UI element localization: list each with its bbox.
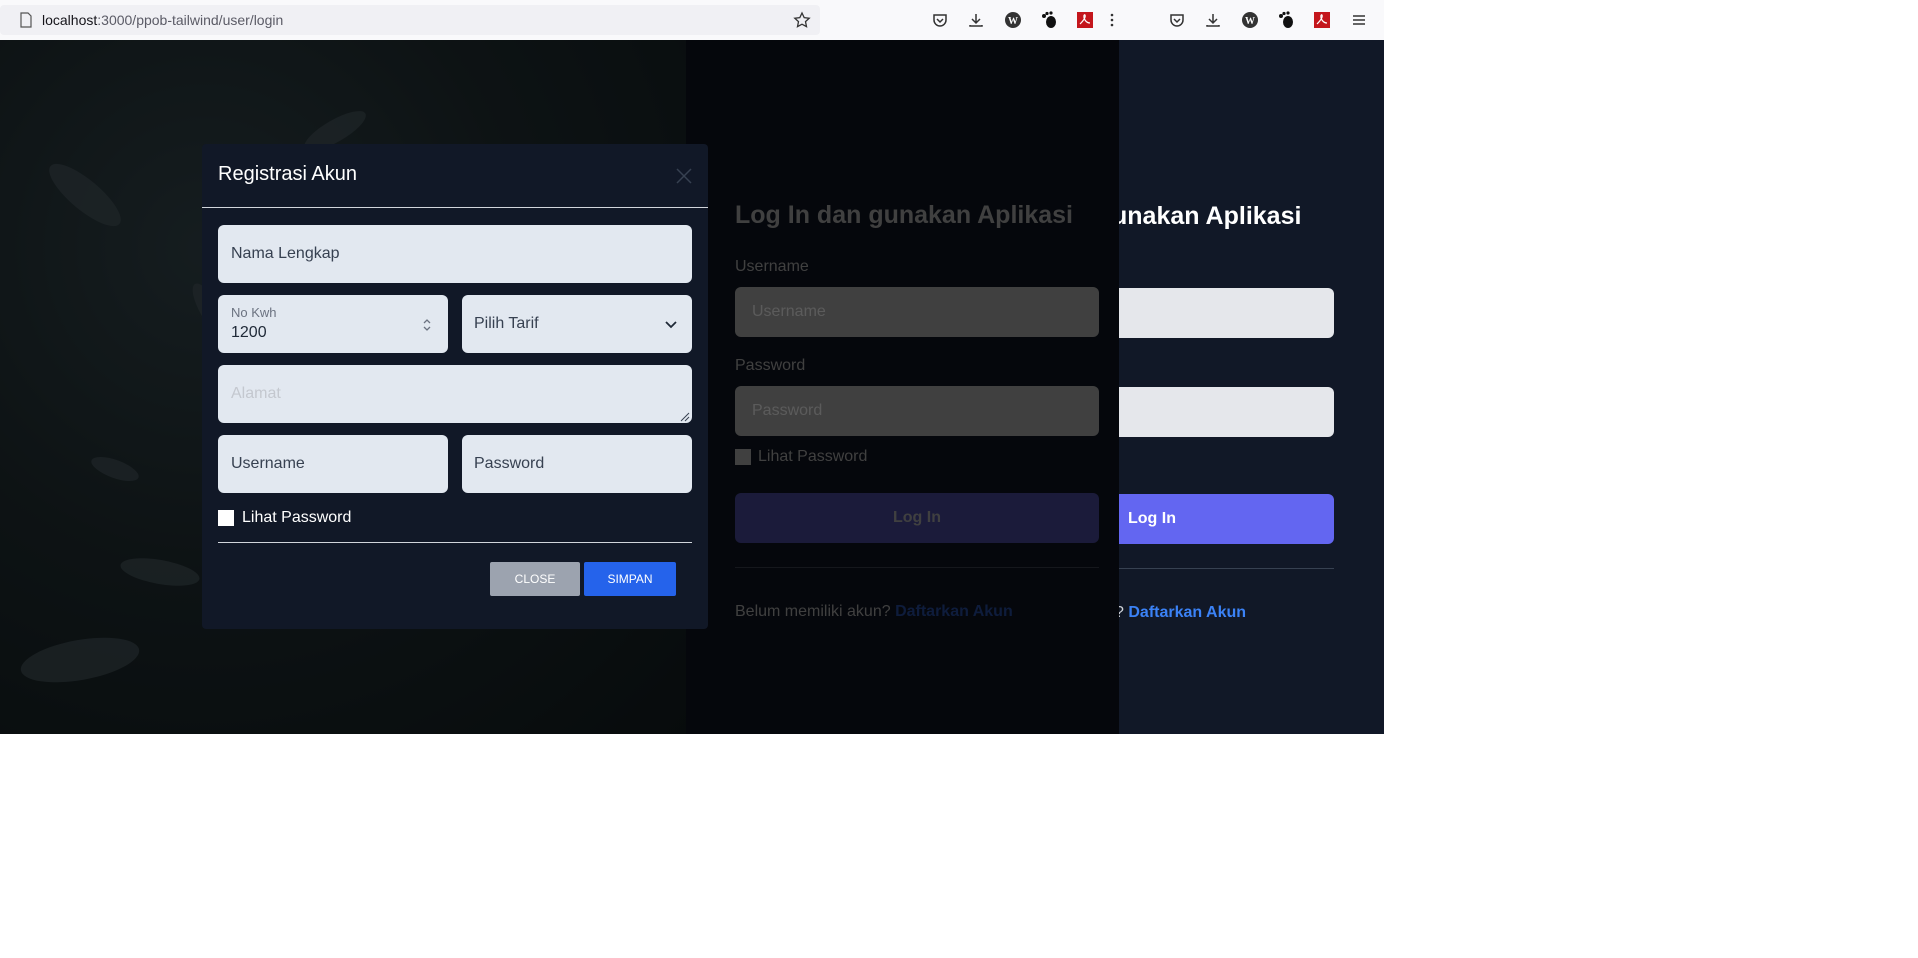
hamburger-menu-icon[interactable] (1349, 10, 1369, 30)
back-login-heading: unakan Aplikasi (1112, 202, 1302, 230)
svg-text:W: W (1245, 16, 1255, 27)
registration-modal: Registrasi Akun Nama Lengkap No Kwh 1200… (202, 144, 708, 629)
pdf-icon[interactable] (1075, 10, 1095, 30)
gnome-foot-icon[interactable] (1039, 10, 1059, 30)
kwh-label: No Kwh (231, 305, 277, 320)
resize-handle-icon[interactable] (678, 409, 690, 427)
url-text[interactable]: localhost:3000/ppob-tailwind/user/login (42, 12, 283, 28)
register-show-password-label: Lihat Password (242, 509, 352, 526)
star-icon[interactable] (792, 10, 812, 30)
close-icon[interactable] (672, 164, 696, 188)
url-host: localhost (42, 12, 98, 28)
back-register-prompt: ? Daftarkan Akun (1115, 604, 1246, 622)
full-name-placeholder: Nama Lengkap (231, 245, 340, 262)
close-button[interactable]: CLOSE (490, 562, 580, 596)
register-username-placeholder: Username (231, 455, 305, 472)
back-register-link[interactable]: Daftarkan Akun (1128, 604, 1246, 621)
address-placeholder: Alamat (231, 385, 281, 402)
url-bar[interactable]: localhost:3000/ppob-tailwind/user/login (0, 5, 820, 35)
back-divider (1112, 568, 1334, 569)
download-icon[interactable] (1203, 10, 1223, 30)
full-name-field[interactable]: Nama Lengkap (218, 225, 692, 283)
back-login-button[interactable]: Log In (1112, 494, 1334, 544)
wikipedia-icon[interactable]: W (1240, 10, 1260, 30)
pocket-icon[interactable] (1167, 10, 1187, 30)
pocket-icon[interactable] (930, 10, 950, 30)
tariff-select[interactable]: Pilih Tarif (462, 295, 692, 353)
spinner-icon[interactable] (422, 317, 432, 338)
modal-title: Registrasi Akun (218, 163, 357, 185)
front-browser-window: localhost:3000/ppob-tailwind/user/login … (0, 0, 1119, 734)
kwh-number-field[interactable]: No Kwh 1200 (218, 295, 448, 353)
modal-header-divider (202, 207, 708, 208)
wikipedia-icon[interactable]: W (1003, 10, 1023, 30)
register-password-placeholder: Password (474, 455, 545, 472)
back-password-input[interactable] (1112, 387, 1334, 437)
url-path: :3000/ppob-tailwind/user/login (97, 12, 284, 28)
modal-footer-divider (218, 542, 692, 543)
register-show-password-checkbox[interactable] (218, 510, 234, 526)
kwh-value: 1200 (231, 324, 267, 341)
download-icon[interactable] (966, 10, 986, 30)
register-username-input[interactable]: Username (218, 435, 448, 493)
pdf-icon[interactable] (1312, 10, 1332, 30)
tariff-select-value: Pilih Tarif (474, 315, 539, 332)
svg-text:W: W (1008, 16, 1018, 27)
save-button[interactable]: SIMPAN (584, 562, 676, 596)
chevron-down-icon (664, 317, 678, 336)
back-username-input[interactable] (1112, 288, 1334, 338)
gnome-foot-icon[interactable] (1276, 10, 1296, 30)
register-password-input[interactable]: Password (462, 435, 692, 493)
overflow-icon[interactable] (1108, 10, 1116, 30)
address-textarea[interactable]: Alamat (218, 365, 692, 423)
page-icon (16, 10, 36, 30)
